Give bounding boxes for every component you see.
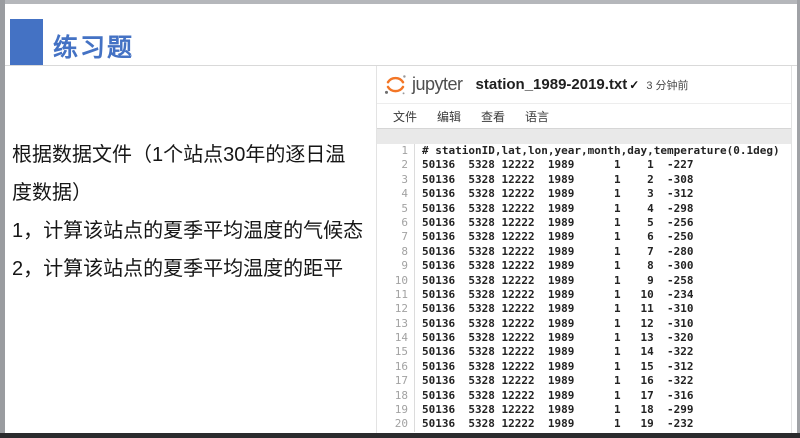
line-number: 18	[377, 389, 415, 403]
line-number: 8	[377, 245, 415, 259]
exercise-text-line: 2，计算该站点的夏季平均温度的距平	[12, 250, 382, 288]
line-number: 14	[377, 331, 415, 345]
code-line-text: 50136 5328 12222 1989 1 15 -312	[415, 360, 694, 374]
code-line-text: 50136 5328 12222 1989 1 17 -316	[415, 389, 694, 403]
notebook-filename[interactable]: station_1989-2019.txt	[476, 76, 628, 93]
code-line-text: 50136 5328 12222 1989 1 13 -320	[415, 331, 694, 345]
jupyter-header: jupyter station_1989-2019.txt ✓ 3 分钟前	[377, 66, 791, 103]
code-line: 20 50136 5328 12222 1989 1 19 -232	[377, 417, 791, 431]
slide-top-edge	[0, 0, 800, 4]
code-line: 6 50136 5328 12222 1989 1 5 -256	[377, 216, 791, 230]
line-number: 17	[377, 374, 415, 388]
code-line-text: 50136 5328 12222 1989 1 12 -310	[415, 317, 694, 331]
autosave-status: 3 分钟前	[646, 77, 688, 93]
line-number: 11	[377, 288, 415, 302]
code-line-text: 50136 5328 12222 1989 1 5 -256	[415, 216, 694, 230]
code-line-text: 50136 5328 12222 1989 1 7 -280	[415, 245, 694, 259]
menu-item[interactable]: 文件	[393, 108, 417, 125]
code-line-text: 50136 5328 12222 1989 1 9 -258	[415, 274, 694, 288]
code-line: 2 50136 5328 12222 1989 1 1 -227	[377, 158, 791, 172]
code-line-text: # stationID,lat,lon,year,month,day,tempe…	[415, 144, 780, 158]
jupyter-window: jupyter station_1989-2019.txt ✓ 3 分钟前 文件…	[376, 66, 792, 433]
code-line-text: 50136 5328 12222 1989 1 16 -322	[415, 374, 694, 388]
line-number: 6	[377, 216, 415, 230]
slide-bottom-bar	[0, 433, 800, 438]
code-line: 4 50136 5328 12222 1989 1 3 -312	[377, 187, 791, 201]
line-number: 1	[377, 144, 415, 158]
line-number: 4	[377, 187, 415, 201]
line-number: 15	[377, 345, 415, 359]
code-line: 14 50136 5328 12222 1989 1 13 -320	[377, 331, 791, 345]
code-line: 9 50136 5328 12222 1989 1 8 -300	[377, 259, 791, 273]
code-line: 7 50136 5328 12222 1989 1 6 -250	[377, 230, 791, 244]
code-line: 12 50136 5328 12222 1989 1 11 -310	[377, 302, 791, 316]
title-accent-square	[10, 19, 43, 65]
code-line: 10 50136 5328 12222 1989 1 9 -258	[377, 274, 791, 288]
code-line-text: 50136 5328 12222 1989 1 4 -298	[415, 202, 694, 216]
code-line: 13 50136 5328 12222 1989 1 12 -310	[377, 317, 791, 331]
code-line-text: 50136 5328 12222 1989 1 14 -322	[415, 345, 694, 359]
code-line: 8 50136 5328 12222 1989 1 7 -280	[377, 245, 791, 259]
line-number: 16	[377, 360, 415, 374]
menu-item[interactable]: 编辑	[437, 108, 461, 125]
line-number: 9	[377, 259, 415, 273]
exercise-text-line: 度数据）	[12, 174, 382, 212]
code-line-text: 50136 5328 12222 1989 1 11 -310	[415, 302, 694, 316]
code-line: 3 50136 5328 12222 1989 1 2 -308	[377, 173, 791, 187]
jupyter-toolbar-strip	[377, 128, 791, 144]
code-line: 11 50136 5328 12222 1989 1 10 -234	[377, 288, 791, 302]
slide: 练习题 根据数据文件（1个站点30年的逐日温度数据）1，计算该站点的夏季平均温度…	[0, 0, 800, 438]
saved-checkmark-icon: ✓	[629, 78, 639, 92]
code-line: 17 50136 5328 12222 1989 1 16 -322	[377, 374, 791, 388]
jupyter-logo-icon	[384, 73, 407, 96]
code-line-text: 50136 5328 12222 1989 1 18 -299	[415, 403, 694, 417]
exercise-text: 根据数据文件（1个站点30年的逐日温度数据）1，计算该站点的夏季平均温度的气候态…	[12, 136, 382, 288]
code-line-text: 50136 5328 12222 1989 1 10 -234	[415, 288, 694, 302]
line-number: 12	[377, 302, 415, 316]
code-line-text: 50136 5328 12222 1989 1 8 -300	[415, 259, 694, 273]
line-number: 7	[377, 230, 415, 244]
code-line: 5 50136 5328 12222 1989 1 4 -298	[377, 202, 791, 216]
line-number: 19	[377, 403, 415, 417]
text-editor[interactable]: 1 # stationID,lat,lon,year,month,day,tem…	[377, 144, 791, 433]
exercise-text-line: 根据数据文件（1个站点30年的逐日温	[12, 136, 382, 174]
line-number: 10	[377, 274, 415, 288]
code-line: 15 50136 5328 12222 1989 1 14 -322	[377, 345, 791, 359]
code-line-text: 50136 5328 12222 1989 1 2 -308	[415, 173, 694, 187]
code-line-text: 50136 5328 12222 1989 1 1 -227	[415, 158, 694, 172]
line-number: 3	[377, 173, 415, 187]
code-line: 19 50136 5328 12222 1989 1 18 -299	[377, 403, 791, 417]
line-number: 13	[377, 317, 415, 331]
line-number: 20	[377, 417, 415, 431]
code-line: 1 # stationID,lat,lon,year,month,day,tem…	[377, 144, 791, 158]
slide-title: 练习题	[53, 28, 134, 64]
code-line-text: 50136 5328 12222 1989 1 6 -250	[415, 230, 694, 244]
code-line-text: 50136 5328 12222 1989 1 3 -312	[415, 187, 694, 201]
line-number: 2	[377, 158, 415, 172]
jupyter-brand: jupyter	[412, 74, 463, 95]
code-line: 18 50136 5328 12222 1989 1 17 -316	[377, 389, 791, 403]
menu-item[interactable]: 查看	[481, 108, 505, 125]
exercise-text-line: 1，计算该站点的夏季平均温度的气候态	[12, 212, 382, 250]
jupyter-menubar: 文件 编辑 查看 语言	[377, 103, 791, 128]
menu-item[interactable]: 语言	[525, 108, 549, 125]
code-line-text: 50136 5328 12222 1989 1 19 -232	[415, 417, 694, 431]
line-number: 5	[377, 202, 415, 216]
code-line: 16 50136 5328 12222 1989 1 15 -312	[377, 360, 791, 374]
